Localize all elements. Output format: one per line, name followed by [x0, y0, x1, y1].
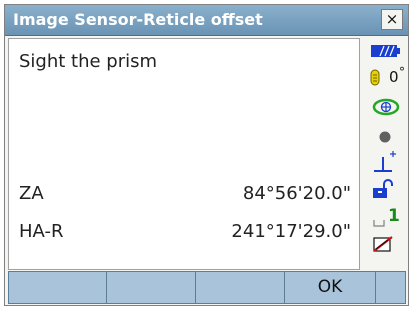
za-value: 84°56'20.0": [242, 183, 351, 204]
port-value: 1: [388, 206, 400, 226]
za-label: ZA: [19, 183, 44, 204]
measurement-panel: Sight the prism ZA 84°56'20.0" HA-R 241°…: [8, 38, 360, 270]
softkey-f5[interactable]: [375, 271, 406, 304]
har-label: HA-R: [19, 221, 64, 242]
tilt-degree-mark: °: [399, 65, 405, 79]
lock-icon: [373, 179, 393, 198]
close-button[interactable]: ×: [381, 9, 403, 30]
softkey-f2[interactable]: [106, 271, 196, 304]
status-bar: 0 ° 1: [363, 38, 408, 270]
dialog-window: Image Sensor-Reticle offset × Sight the …: [4, 4, 409, 306]
har-value: 241°17'29.0": [231, 221, 351, 242]
softkey-f3[interactable]: [195, 271, 285, 304]
softkey-bar: OK: [8, 271, 406, 304]
battery-icon: [371, 45, 400, 57]
prism-icon: [379, 131, 391, 143]
window-title: Image Sensor-Reticle offset: [13, 10, 263, 29]
tilt-icon: [370, 69, 380, 86]
reflector-icon: [374, 151, 396, 172]
target-icon: [372, 98, 400, 116]
instruction-text: Sight the prism: [19, 51, 158, 72]
title-bar: Image Sensor-Reticle offset ×: [5, 5, 408, 36]
softkey-f1[interactable]: [8, 271, 107, 304]
input-mode-icon: [373, 236, 393, 252]
ok-button[interactable]: OK: [284, 271, 376, 304]
port-icon: [373, 220, 385, 227]
tilt-value: 0: [389, 68, 399, 86]
